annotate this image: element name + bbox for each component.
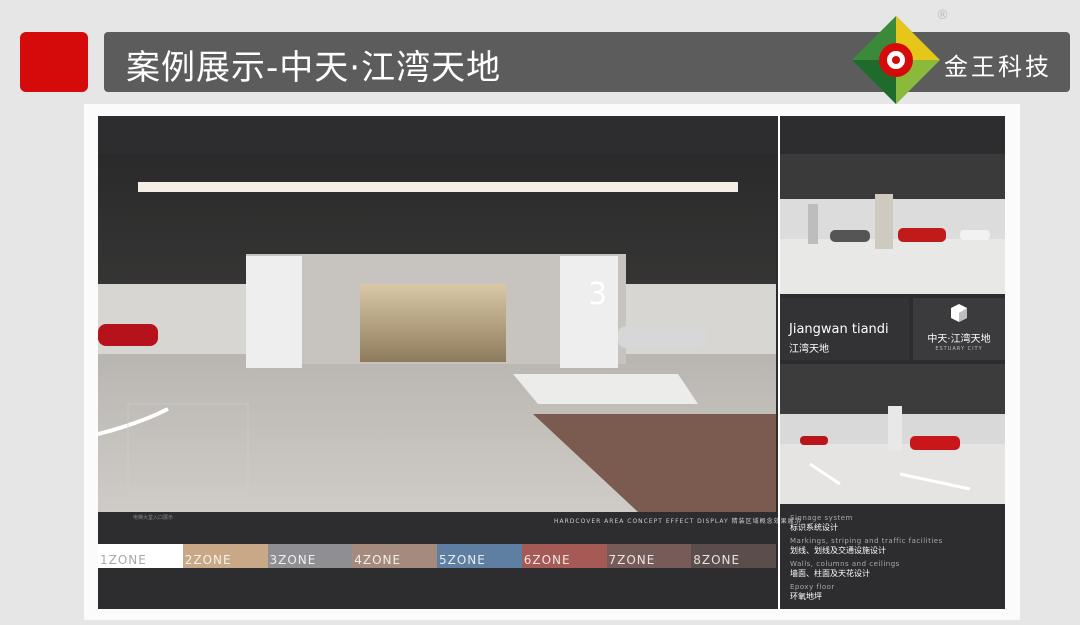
note-cn: 墙面、柱面及天花设计 <box>790 569 870 578</box>
design-board: 3 HARDCOVER AREA CONCEPT EFFECT DISPLAY … <box>98 116 1005 609</box>
registered-mark: ® <box>936 8 949 23</box>
note-item: Walls, columns and ceilings 墙面、柱面及天花设计 <box>790 560 1000 579</box>
zone-label: 5ZONE <box>439 553 486 567</box>
zone-swatch: 2ZONE <box>182 544 268 568</box>
zone-label: 8ZONE <box>693 553 741 567</box>
page-title: 案例展示-中天·江湾天地 <box>126 48 502 88</box>
gear-diamond-logo-icon <box>848 14 944 106</box>
garage-interior-image-1 <box>780 154 1005 294</box>
note-item: Epoxy floor 环氧地坪 <box>790 583 1000 602</box>
project-logo-box: 中天·江湾天地 ESTUARY CITY <box>913 298 1005 360</box>
zone-swatch: 1ZONE <box>98 544 183 568</box>
project-logo-cn: 中天·江湾天地 <box>927 334 991 345</box>
note-en: Signage system <box>790 514 853 522</box>
lobby-caption: 电梯大堂入口展示 <box>133 515 174 521</box>
parking-entrance-image: 3 <box>98 154 776 512</box>
zone-swatch: 6ZONE <box>521 544 607 568</box>
red-accent-block <box>20 32 88 92</box>
zone-label: 4ZONE <box>354 553 402 567</box>
project-name-en: Jiangwan tiandi <box>789 322 889 337</box>
project-name-cn: 江湾天地 <box>789 344 829 355</box>
zone-swatch: 7ZONE <box>606 544 692 568</box>
concept-caption: HARDCOVER AREA CONCEPT EFFECT DISPLAY 精装… <box>554 518 802 525</box>
garage-interior-image-2 <box>780 364 1005 504</box>
note-cn: 划线、划线及交通设施设计 <box>790 546 886 555</box>
brand-name: 金王科技 <box>944 53 1052 81</box>
project-logo-en: ESTUARY CITY <box>935 346 983 352</box>
note-en: Walls, columns and ceilings <box>790 560 900 568</box>
zone-label: 2ZONE <box>184 553 232 567</box>
zone-swatch: 4ZONE <box>352 544 437 568</box>
zone-swatch: 3ZONE <box>267 544 353 568</box>
design-scope-notes: Signage system 标识系统设计 Markings, striping… <box>790 514 1000 606</box>
note-en: Markings, striping and traffic facilitie… <box>790 537 943 545</box>
note-item: Markings, striping and traffic facilitie… <box>790 537 1000 556</box>
note-en: Epoxy floor <box>790 583 835 591</box>
zone-label: 7ZONE <box>608 553 656 567</box>
note-item: Signage system 标识系统设计 <box>790 514 1000 533</box>
zone-label: 3ZONE <box>269 553 317 567</box>
note-cn: 环氧地坪 <box>790 592 822 601</box>
note-cn: 标识系统设计 <box>790 523 838 532</box>
project-name-box: Jiangwan tiandi 江湾天地 <box>780 298 909 360</box>
zone-color-strip: 1ZONE 2ZONE 3ZONE 4ZONE 5ZONE 6ZONE 7ZON… <box>98 544 776 568</box>
cube-logo-icon <box>951 304 967 322</box>
svg-text:3: 3 <box>588 277 607 312</box>
zone-label: 1ZONE <box>100 553 147 567</box>
zone-swatch: 8ZONE <box>691 544 776 568</box>
zone-label: 6ZONE <box>523 553 571 567</box>
zone-swatch: 5ZONE <box>437 544 522 568</box>
